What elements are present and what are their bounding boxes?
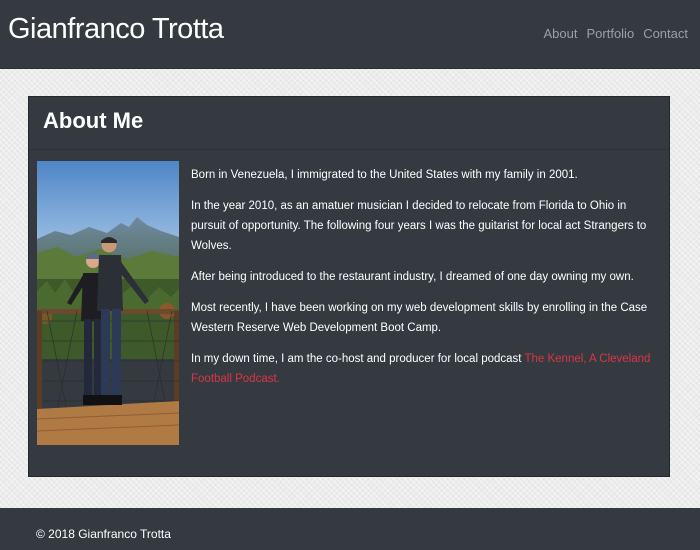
- about-title: About Me: [43, 108, 144, 133]
- bio-paragraph: Most recently, I have been working on my…: [191, 302, 648, 334]
- brand-link[interactable]: Gianfranco Trotta: [8, 13, 224, 46]
- bio-paragraph-podcast: In my down time, I am the co-host and pr…: [191, 349, 659, 389]
- footer: © 2018 Gianfranco Trotta: [0, 508, 700, 550]
- navbar: Gianfranco Trotta About Portfolio Contac…: [0, 0, 700, 69]
- profile-photo: [37, 161, 179, 445]
- nav-link-portfolio[interactable]: Portfolio: [586, 26, 634, 41]
- profile-photo-image: [37, 161, 179, 445]
- bio-paragraph-podcast-text: In my down time, I am the co-host and pr…: [191, 353, 525, 365]
- bio-text: Born in Venezuela, I immigrated to the U…: [191, 165, 659, 400]
- card-header: About Me: [29, 97, 669, 150]
- footer-copyright: © 2018 Gianfranco Trotta: [36, 527, 171, 541]
- bio-paragraph: In the year 2010, as an amatuer musician…: [191, 200, 647, 252]
- about-card: About Me Born in Venezuela, I immigrated…: [28, 96, 670, 477]
- nav-link-contact[interactable]: Contact: [643, 26, 688, 41]
- nav-link-about[interactable]: About: [544, 26, 578, 41]
- nav-links: About Portfolio Contact: [544, 26, 689, 41]
- bio-paragraph: After being introduced to the restaurant…: [191, 271, 634, 283]
- bio-paragraph: Born in Venezuela, I immigrated to the U…: [191, 169, 578, 181]
